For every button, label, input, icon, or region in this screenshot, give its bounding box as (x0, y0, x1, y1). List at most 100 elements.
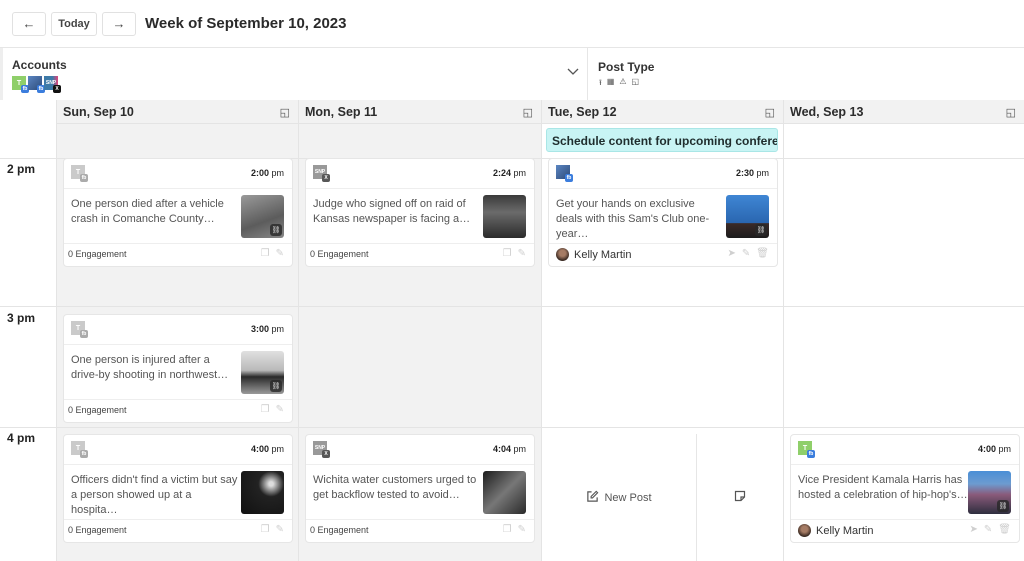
post-time-ampm: pm (271, 324, 284, 334)
arrow-right-icon: → (112, 16, 126, 31)
note-icon[interactable]: ◱ (523, 106, 533, 119)
facebook-icon: fb (565, 174, 573, 182)
post-author: Kelly Martin (798, 524, 873, 537)
post-time: 4:00 pm (251, 444, 284, 454)
link-icon: ⛓ (270, 224, 282, 236)
day-header-wed: Wed, Sep 13 ◱ (784, 100, 1024, 124)
post-card[interactable]: SNP X 4:04 pm Wichita water customers urg… (305, 434, 535, 543)
post-card[interactable]: SNP X 2:24 pm Judge who signed off on rai… (305, 158, 535, 267)
previous-week-button[interactable]: ← (12, 11, 46, 36)
post-time-value: 2:00 (250, 168, 269, 178)
compose-icon (586, 490, 599, 506)
engagement-count: 0 Engagement (68, 249, 127, 259)
post-thumbnail (241, 471, 284, 514)
facebook-icon: fb (80, 174, 88, 182)
post-text: Judge who signed off on raid of Kansas n… (313, 198, 471, 225)
post-text: Vice President Kamala Harris has hosted … (798, 474, 968, 501)
new-post-button[interactable]: New Post (542, 434, 696, 561)
edit-icon[interactable]: ✎ (276, 248, 284, 259)
accounts-filter[interactable]: Tfb fb SNP X (12, 76, 61, 93)
post-text: Wichita water customers urged to get bac… (313, 474, 477, 501)
arrow-left-icon: ← (22, 16, 36, 31)
edit-icon[interactable]: ✎ (276, 524, 284, 535)
copy-icon[interactable]: ❐ (261, 404, 270, 415)
engagement-count: 0 Engagement (68, 525, 127, 535)
post-type-filter[interactable]: ⭱ ▦ ⚠ ◱ (599, 77, 639, 91)
author-name: Kelly Martin (816, 524, 874, 537)
x-icon: X (322, 450, 330, 458)
post-text: One person died after a vehicle crash in… (71, 198, 224, 225)
post-time-value: 3:00 (250, 324, 269, 334)
day-header-mon: Mon, Sep 11 ◱ (299, 100, 541, 124)
copy-icon[interactable]: ❐ (261, 248, 270, 259)
grid-line (56, 100, 57, 561)
post-time: 4:04 pm (493, 444, 526, 454)
calendar-grid: Sun, Sep 10 ◱ Mon, Sep 11 ◱ Tue, Sep 12 ◱ W… (0, 100, 1024, 561)
edit-icon[interactable]: ✎ (276, 404, 284, 415)
post-card[interactable]: Tfb 4:00 pm Officers didn't find a victi… (63, 434, 293, 543)
post-text: Get your hands on exclusive deals with t… (556, 198, 710, 240)
all-day-event[interactable]: Schedule content for upcoming conference (546, 128, 778, 152)
post-card[interactable]: fb 2:30 pm Get your hands on exclusive d… (548, 158, 778, 267)
add-note-button[interactable] (697, 434, 783, 561)
edit-icon[interactable]: ✎ (742, 248, 750, 259)
day-label: Wed, Sep 13 (790, 104, 864, 119)
link-icon: ⛓ (270, 380, 282, 392)
filters-bar: Accounts Tfb fb SNP X Post Type ⭱ ▦ ⚠ ◱ (0, 48, 1024, 100)
send-icon[interactable]: ➤ (728, 248, 736, 259)
edit-icon[interactable]: ✎ (984, 524, 992, 535)
today-button[interactable]: Today (51, 11, 97, 36)
grid-line (0, 306, 1024, 307)
post-card[interactable]: Tfb 2:00 pm One person died after a vehi… (63, 158, 293, 267)
post-time: 2:24 pm (493, 168, 526, 178)
next-week-button[interactable]: → (102, 11, 136, 36)
edit-icon[interactable]: ✎ (518, 524, 526, 535)
post-time: 3:00 pm (251, 324, 284, 334)
post-thumbnail: ⛓ (241, 351, 284, 394)
account-avatar-photo[interactable]: fb (28, 76, 45, 93)
post-time-value: 2:30 (735, 168, 754, 178)
new-post-label: New Post (604, 491, 652, 504)
note-icon[interactable]: ◱ (632, 77, 640, 91)
post-text: One person is injured after a drive-by s… (71, 354, 229, 381)
chevron-down-icon[interactable] (565, 64, 581, 80)
day-label: Tue, Sep 12 (548, 104, 617, 119)
account-avatar-t[interactable]: Tfb (12, 76, 29, 93)
engagement-count: 0 Engagement (68, 405, 127, 415)
week-title: Week of September 10, 2023 (145, 15, 347, 32)
note-icon (734, 490, 746, 505)
warning-icon[interactable]: ⚠ (619, 77, 626, 91)
account-avatar: Tfb (71, 321, 88, 338)
calendar-icon[interactable]: ▦ (607, 77, 615, 91)
post-time-value: 4:00 (250, 444, 269, 454)
post-card[interactable]: Tfb 3:00 pm One person is injured after … (63, 314, 293, 423)
trash-icon[interactable]: 🗑 (756, 248, 769, 259)
copy-icon[interactable]: ❐ (261, 524, 270, 535)
note-icon[interactable]: ◱ (765, 106, 775, 119)
copy-icon[interactable]: ❐ (503, 524, 512, 535)
author-avatar (556, 248, 569, 261)
facebook-icon: fb (807, 450, 815, 458)
send-icon[interactable]: ➤ (970, 524, 978, 535)
post-type-label: Post Type (598, 60, 655, 74)
post-card[interactable]: Tfb 4:00 pm Vice President Kamala Harris… (790, 434, 1020, 543)
trash-icon[interactable]: 🗑 (998, 524, 1011, 535)
edit-icon[interactable]: ✎ (518, 248, 526, 259)
time-label: 3 pm (7, 311, 36, 325)
time-label: 2 pm (7, 162, 36, 176)
account-avatar-snp[interactable]: SNP X (44, 76, 61, 93)
copy-icon[interactable]: ❐ (503, 248, 512, 259)
account-avatar: Tfb (71, 441, 88, 458)
note-icon[interactable]: ◱ (280, 106, 290, 119)
post-thumbnail (483, 471, 526, 514)
account-avatar: SNP X (313, 165, 330, 182)
engagement-count: 0 Engagement (310, 525, 369, 535)
note-icon[interactable]: ◱ (1006, 106, 1016, 119)
day-header-tue: Tue, Sep 12 ◱ (542, 100, 783, 124)
post-time-ampm: pm (756, 168, 769, 178)
facebook-icon: fb (80, 450, 88, 458)
post-time-value: 4:04 (492, 444, 511, 454)
post-thumbnail: ⛓ (726, 195, 769, 238)
upload-icon[interactable]: ⭱ (599, 77, 602, 91)
facebook-icon: fb (80, 330, 88, 338)
